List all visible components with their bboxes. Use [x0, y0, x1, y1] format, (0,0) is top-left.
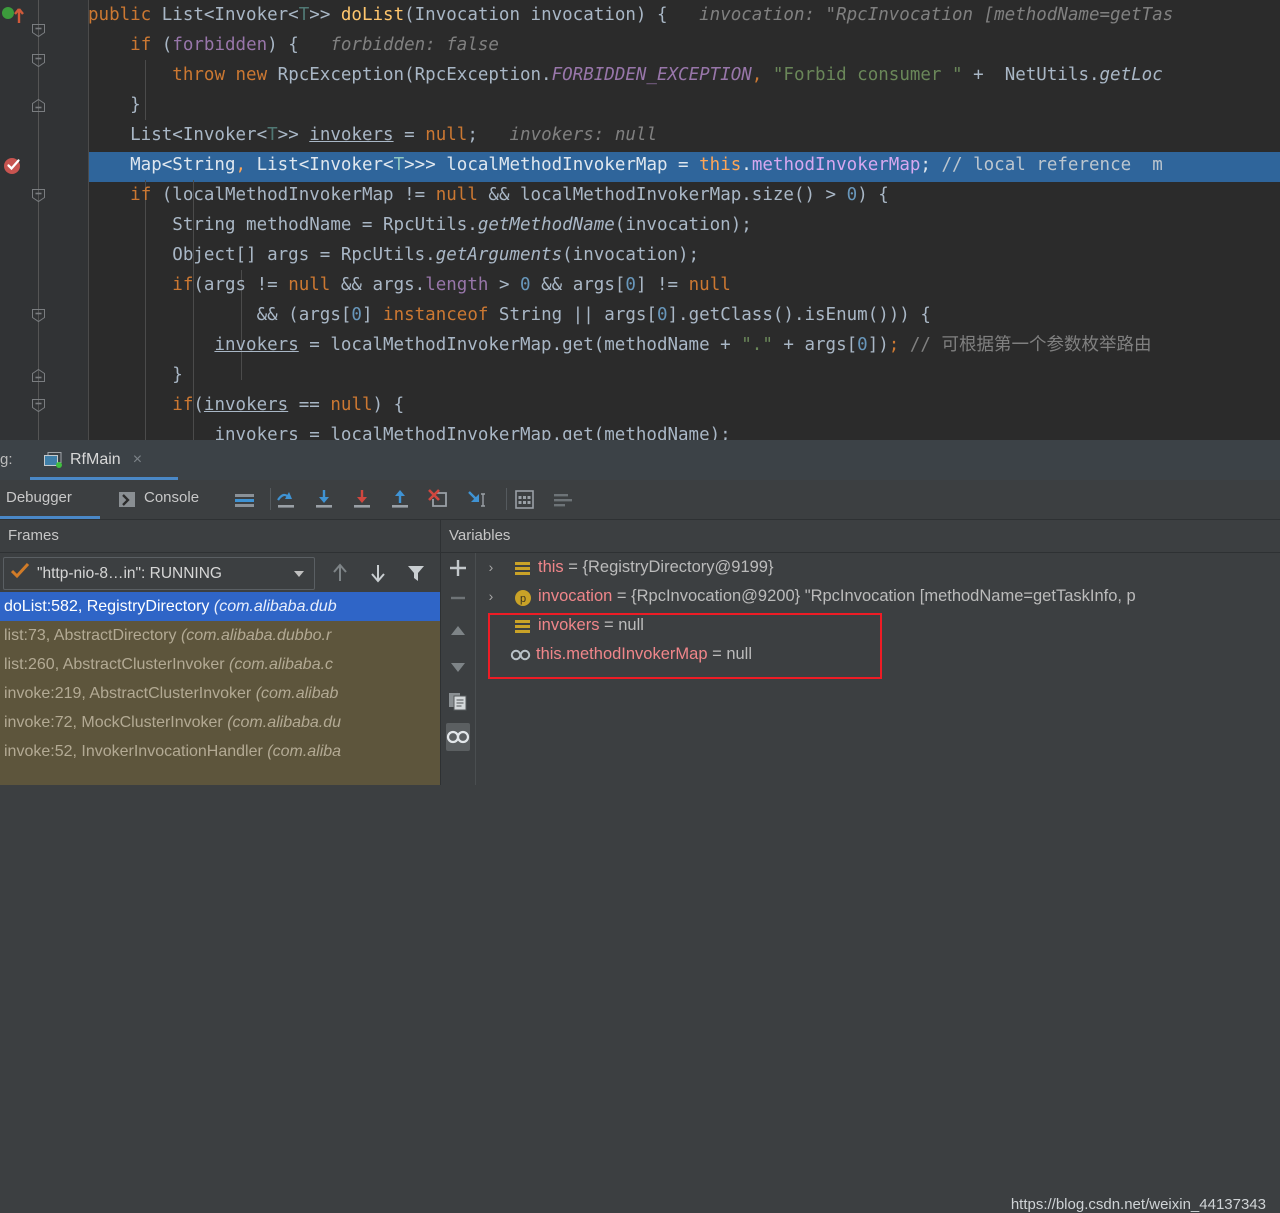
- variables-pane: ›this = {RegistryDirectory@9199}this›pin…: [441, 553, 1280, 785]
- thread-dropdown[interactable]: "http-nio-8…in": RUNNING: [3, 557, 315, 590]
- variable-value-text: = null: [707, 645, 753, 663]
- frames-list[interactable]: doList:582, RegistryDirectory (com.aliba…: [0, 592, 440, 785]
- variable-name: this = {RegistryDirectory@9199}: [538, 558, 774, 576]
- parameter-icon: p: [514, 588, 532, 606]
- variable-value-text: = null: [599, 616, 644, 634]
- watermark-text: https://blog.csdn.net/weixin_44137343: [1010, 1196, 1266, 1213]
- debug-tool-window: g: RfMain × Debugger Console Frames Vari…: [0, 440, 1280, 1213]
- drop-frame-icon[interactable]: [428, 489, 450, 511]
- frame-method: invoke:219, AbstractClusterInvoker: [4, 685, 256, 702]
- run-tab-strip: g: RfMain ×: [0, 440, 1280, 480]
- remove-watch-icon[interactable]: [446, 586, 470, 610]
- fold-marker-icon[interactable]: [31, 23, 46, 38]
- step-into-icon[interactable]: [314, 489, 336, 511]
- variable-row[interactable]: this.methodInvokerMap = nullthis.methodI…: [476, 640, 1280, 669]
- frame-package: (com.aliba: [267, 743, 342, 760]
- frame-method: doList:582, RegistryDirectory: [4, 598, 214, 615]
- watches-icon[interactable]: [446, 723, 470, 751]
- chevron-right-icon[interactable]: ›: [484, 582, 498, 611]
- fold-marker-icon[interactable]: [31, 98, 46, 112]
- filter-icon[interactable]: [404, 561, 428, 585]
- run-to-cursor-icon[interactable]: [466, 489, 488, 511]
- evaluate-expression-icon[interactable]: [514, 489, 536, 511]
- frame-package: (com.alibaba.dubbo.r: [180, 627, 332, 644]
- watches-icon: [510, 645, 531, 663]
- settings-icon[interactable]: [552, 489, 574, 511]
- fold-marker-icon[interactable]: [31, 308, 46, 323]
- frame-row[interactable]: list:73, AbstractDirectory (com.alibaba.…: [0, 621, 440, 650]
- fold-marker-icon[interactable]: [31, 368, 46, 382]
- variable-row[interactable]: › p invocation = {RpcInvocation@9200} "Rpc…: [476, 582, 1280, 611]
- idea-debugger-window: public List<Invoker<T>> doList(Invocatio…: [0, 0, 1280, 1213]
- variable-row[interactable]: ›this = {RegistryDirectory@9199}this: [476, 553, 1280, 582]
- tab-console[interactable]: Console: [144, 489, 199, 506]
- mute-breakpoints-icon[interactable]: [234, 489, 256, 511]
- run-config-icon: [44, 452, 62, 468]
- console-icon[interactable]: [118, 490, 138, 510]
- run-tab-label: RfMain: [70, 451, 121, 468]
- frame-row[interactable]: doList:582, RegistryDirectory (com.aliba…: [0, 592, 440, 621]
- fold-marker-icon[interactable]: [31, 398, 46, 413]
- variable-value-text: = {RpcInvocation@9200} "RpcInvocation [m…: [612, 587, 1136, 605]
- frame-method: invoke:52, InvokerInvocationHandler: [4, 743, 268, 760]
- variables-side-toolbar[interactable]: [441, 553, 475, 785]
- frames-pane-header: Frames: [0, 520, 440, 553]
- frame-row[interactable]: invoke:52, InvokerInvocationHandler (com…: [0, 737, 440, 766]
- arrow-up-icon[interactable]: [328, 561, 352, 585]
- fold-marker-icon[interactable]: [31, 188, 46, 203]
- frame-method: list:73, AbstractDirectory: [4, 627, 181, 644]
- variables-title: Variables: [449, 527, 511, 544]
- move-down-icon[interactable]: [446, 655, 470, 679]
- run-tab-rfmain[interactable]: RfMain ×: [30, 440, 154, 480]
- step-over-icon[interactable]: [276, 489, 298, 511]
- thread-selector-row: "http-nio-8…in": RUNNING: [0, 553, 440, 592]
- move-up-icon[interactable]: [446, 619, 470, 643]
- running-check-icon: [10, 562, 30, 584]
- variables-list[interactable]: ›this = {RegistryDirectory@9199}this›pin…: [476, 553, 1280, 785]
- arrow-down-icon[interactable]: [366, 561, 390, 585]
- frame-package: (com.alibaba.du: [227, 714, 342, 731]
- variable-name: this.methodInvokerMap = null: [536, 645, 753, 663]
- breakpoint-icon[interactable]: [2, 154, 22, 174]
- variable-value-text: = {RegistryDirectory@9199}: [563, 558, 774, 576]
- debug-window-title: g:: [0, 451, 13, 468]
- frame-package: (com.alibab: [255, 685, 339, 702]
- variable-name: invocation = {RpcInvocation@9200} "RpcIn…: [538, 587, 1136, 605]
- frames-pane: "http-nio-8…in": RUNNING doList:582, Reg…: [0, 553, 440, 785]
- code-editor[interactable]: public List<Invoker<T>> doList(Invocatio…: [0, 0, 1280, 440]
- debugger-toolbar[interactable]: Debugger Console: [0, 480, 1280, 519]
- variable-name: invokers = null: [538, 616, 644, 634]
- variable-row[interactable]: invokers = nullinvokers: [476, 611, 1280, 640]
- chevron-right-icon[interactable]: ›: [484, 553, 498, 582]
- close-icon[interactable]: ×: [133, 451, 142, 469]
- source-code: public List<Invoker<T>> doList(Invocatio…: [88, 5, 1174, 440]
- svg-text:p: p: [520, 593, 526, 605]
- fold-marker-icon[interactable]: [31, 53, 46, 68]
- frame-row[interactable]: list:260, AbstractClusterInvoker (com.al…: [0, 650, 440, 679]
- frame-row[interactable]: invoke:72, MockClusterInvoker (com.aliba…: [0, 708, 440, 737]
- add-watch-icon[interactable]: [446, 556, 470, 580]
- frame-package: (com.alibaba.c: [228, 656, 334, 673]
- tab-debugger[interactable]: Debugger: [6, 489, 72, 506]
- chevron-down-icon[interactable]: [294, 571, 304, 577]
- field-icon: [514, 559, 532, 577]
- frame-method: list:260, AbstractClusterInvoker: [4, 656, 229, 673]
- copy-icon[interactable]: [446, 689, 470, 713]
- code-text-area[interactable]: public List<Invoker<T>> doList(Invocatio…: [88, 0, 1280, 440]
- frames-title: Frames: [8, 527, 59, 544]
- editor-gutter[interactable]: [0, 0, 88, 440]
- frame-method: invoke:72, MockClusterInvoker: [4, 714, 228, 731]
- step-out-icon[interactable]: [390, 489, 412, 511]
- frame-row[interactable]: invoke:219, AbstractClusterInvoker (com.…: [0, 679, 440, 708]
- frame-package: (com.alibaba.dub: [213, 598, 337, 615]
- force-step-into-icon[interactable]: [352, 489, 374, 511]
- field-icon: [514, 617, 532, 635]
- variables-pane-header: Variables: [441, 520, 1280, 553]
- execution-point-icon: [2, 4, 28, 31]
- thread-label: "http-nio-8…in": RUNNING: [37, 564, 222, 582]
